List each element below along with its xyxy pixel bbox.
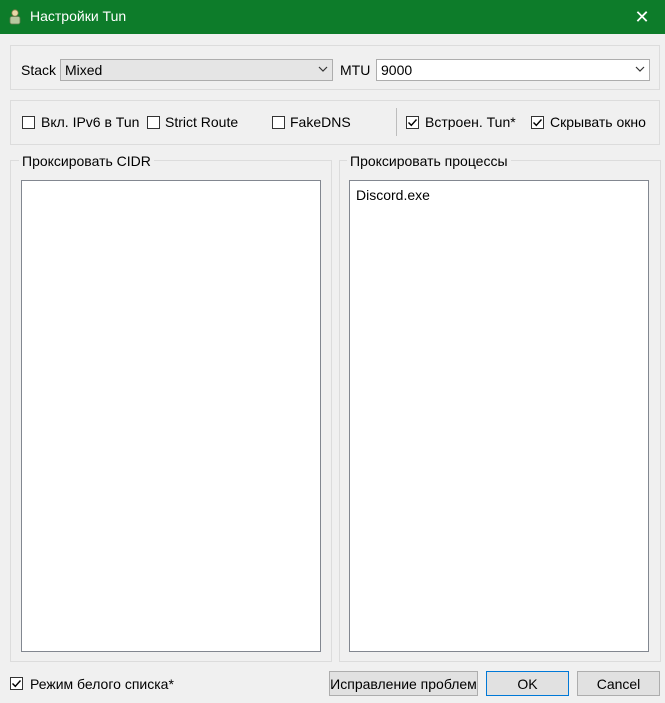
stack-label: Stack [21, 62, 57, 78]
close-icon: ✕ [634, 6, 650, 27]
whitelist-mode-label: Режим белого списка* [30, 676, 174, 692]
checkmark-icon [533, 119, 543, 127]
hide-window-label: Скрывать окно [550, 114, 646, 130]
fakedns-checkbox[interactable] [272, 116, 285, 129]
window-title: Настройки Tun [30, 8, 127, 24]
stack-select[interactable]: Mixed [60, 59, 333, 81]
strict-route-checkbox[interactable] [147, 116, 160, 129]
title-bar: Настройки Tun ✕ [0, 0, 665, 34]
fix-problems-button[interactable]: Исправление проблем [329, 671, 478, 696]
chevron-down-icon [318, 66, 328, 72]
whitelist-mode-checkbox[interactable] [10, 677, 23, 690]
ipv6-label: Вкл. IPv6 в Tun [41, 114, 140, 130]
checkmark-icon [408, 119, 418, 127]
hide-window-checkbox[interactable] [531, 116, 544, 129]
cancel-button[interactable]: Cancel [577, 671, 660, 696]
stack-value: Mixed [65, 62, 103, 78]
proxy-cidr-textarea[interactable] [21, 180, 321, 652]
proxy-cidr-title: Проксировать CIDR [19, 153, 154, 169]
app-icon [9, 9, 21, 25]
mtu-value: 9000 [381, 62, 413, 78]
strict-route-label: Strict Route [165, 114, 239, 130]
ipv6-checkbox[interactable] [22, 116, 35, 129]
proxy-processes-title: Проксировать процессы [347, 153, 511, 169]
builtin-tun-checkbox[interactable] [406, 116, 419, 129]
close-button[interactable]: ✕ [619, 0, 665, 34]
mtu-label: MTU [340, 62, 371, 78]
options-separator [396, 108, 397, 136]
proxy-processes-textarea[interactable]: Discord.exe [349, 180, 649, 652]
mtu-select[interactable]: 9000 [376, 59, 650, 81]
chevron-down-icon [635, 66, 645, 72]
ok-button[interactable]: OK [486, 671, 569, 696]
proxy-process-line: Discord.exe [356, 187, 430, 203]
fakedns-label: FakeDNS [290, 114, 351, 130]
builtin-tun-label: Встроен. Tun* [425, 114, 516, 130]
checkmark-icon [12, 680, 22, 688]
